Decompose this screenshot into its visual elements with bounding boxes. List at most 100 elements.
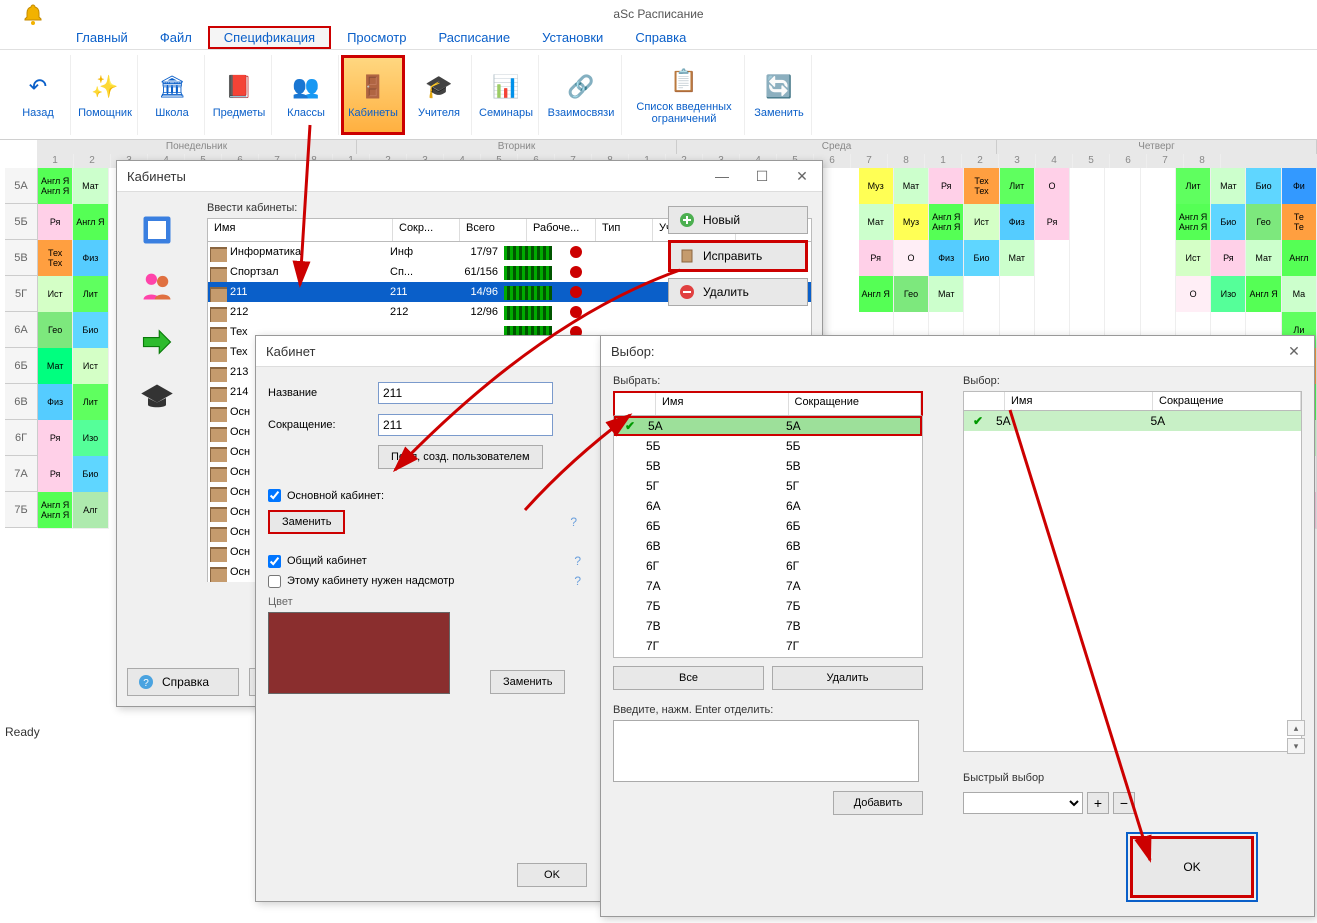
tt-cell[interactable]: Био bbox=[73, 312, 108, 349]
tt-cell[interactable]: Био bbox=[964, 240, 999, 277]
tt-cell[interactable]: Ря bbox=[859, 240, 894, 277]
ribbon-Список введенных ограничений[interactable]: 📋Список введенных ограничений bbox=[624, 55, 745, 135]
name-input[interactable] bbox=[378, 382, 553, 404]
ok-button[interactable]: OK bbox=[1130, 836, 1254, 898]
tt-cell[interactable] bbox=[1070, 168, 1105, 205]
arrow-right-icon[interactable] bbox=[139, 324, 175, 360]
maximize-icon[interactable]: ☐ bbox=[742, 161, 782, 191]
list-item[interactable]: 7Б7Б bbox=[614, 596, 922, 616]
common-room-checkbox[interactable] bbox=[268, 555, 281, 568]
list-item[interactable]: 7Г7Г bbox=[614, 636, 922, 656]
tt-cell[interactable]: Физ bbox=[73, 240, 108, 277]
remove-button[interactable]: Удалить bbox=[772, 666, 923, 690]
tt-cell[interactable] bbox=[1105, 240, 1140, 277]
supervise-checkbox[interactable] bbox=[268, 575, 281, 588]
tt-cell[interactable]: Англ Я bbox=[859, 276, 894, 313]
tt-cell[interactable]: Физ bbox=[38, 384, 73, 421]
select-all-button[interactable]: Все bbox=[613, 666, 764, 690]
close-icon[interactable]: ✕ bbox=[782, 161, 822, 191]
ribbon-Семинары[interactable]: 📊Семинары bbox=[474, 55, 539, 135]
tt-cell[interactable]: Англ Я bbox=[1246, 276, 1281, 313]
scroll-arrows[interactable]: ▴▾ bbox=[1287, 720, 1305, 754]
col-header[interactable]: Рабоче... bbox=[527, 219, 596, 241]
tt-cell[interactable]: Физ bbox=[929, 240, 964, 277]
list-item[interactable]: 6А6А bbox=[614, 496, 922, 516]
tt-cell[interactable]: Гео bbox=[1246, 204, 1281, 241]
plus-button[interactable]: + bbox=[1087, 792, 1109, 814]
list-item[interactable]: 7А7А bbox=[614, 576, 922, 596]
teachers-icon[interactable] bbox=[139, 268, 175, 304]
tt-cell[interactable] bbox=[1105, 276, 1140, 313]
tt-cell[interactable]: Англ ЯАнгл Я bbox=[929, 204, 964, 241]
tt-cell[interactable]: Био bbox=[1246, 168, 1281, 205]
tt-cell[interactable]: Мат bbox=[894, 168, 929, 205]
list-item[interactable]: 5В5В bbox=[614, 456, 922, 476]
tt-cell[interactable]: Ря bbox=[929, 168, 964, 205]
tt-cell[interactable]: Гео bbox=[38, 312, 73, 349]
delete-button[interactable]: Удалить bbox=[668, 278, 808, 306]
tt-cell[interactable]: Ря bbox=[38, 204, 73, 241]
tt-cell[interactable]: Англ bbox=[1282, 240, 1317, 277]
user-fields-button[interactable]: Поля, созд. пользователем bbox=[378, 445, 543, 469]
tt-cell[interactable] bbox=[1141, 168, 1176, 205]
tt-cell[interactable]: Изо bbox=[73, 420, 108, 457]
list-item[interactable]: 5Б5Б bbox=[614, 436, 922, 456]
list-item[interactable]: 8А8А bbox=[614, 656, 922, 658]
tt-cell[interactable] bbox=[1105, 204, 1140, 241]
col-header[interactable]: Сокр... bbox=[393, 219, 460, 241]
tt-cell[interactable]: Ря bbox=[38, 420, 73, 457]
ribbon-Предметы[interactable]: 📕Предметы bbox=[207, 55, 272, 135]
tt-cell[interactable]: О bbox=[894, 240, 929, 277]
menu-Просмотр[interactable]: Просмотр bbox=[331, 26, 422, 49]
list-item[interactable]: ✔5А5А bbox=[614, 416, 922, 436]
tt-cell[interactable] bbox=[1141, 276, 1176, 313]
tt-cell[interactable] bbox=[1141, 204, 1176, 241]
menu-Расписание[interactable]: Расписание bbox=[422, 26, 526, 49]
tt-cell[interactable]: Англ ЯАнгл Я bbox=[38, 492, 73, 529]
col-header[interactable]: Всего bbox=[460, 219, 527, 241]
tt-cell[interactable] bbox=[1070, 240, 1105, 277]
list-item[interactable]: 6В6В bbox=[614, 536, 922, 556]
tt-cell[interactable]: Ист bbox=[73, 348, 108, 385]
tt-cell[interactable] bbox=[1141, 240, 1176, 277]
ok-button[interactable]: OK bbox=[517, 863, 587, 887]
tt-cell[interactable]: ТехТех bbox=[964, 168, 999, 205]
tt-cell[interactable]: Био bbox=[1211, 204, 1246, 241]
tt-cell[interactable]: Алг bbox=[73, 492, 108, 529]
tt-cell[interactable]: Изо bbox=[1211, 276, 1246, 313]
tt-cell[interactable]: Лит bbox=[73, 384, 108, 421]
menu-Главный[interactable]: Главный bbox=[60, 26, 144, 49]
tt-cell[interactable]: Лит bbox=[73, 276, 108, 313]
tt-cell[interactable]: Англ Я bbox=[73, 204, 108, 241]
tt-cell[interactable]: Мат bbox=[73, 168, 108, 205]
close-icon[interactable]: ✕ bbox=[1274, 336, 1314, 366]
tt-cell[interactable] bbox=[1035, 276, 1070, 313]
minimize-icon[interactable]: — bbox=[702, 161, 742, 191]
tt-cell[interactable]: Муз bbox=[859, 168, 894, 205]
tt-cell[interactable]: Фи bbox=[1282, 168, 1317, 205]
tt-cell[interactable]: ТеТе bbox=[1282, 204, 1317, 241]
tt-cell[interactable]: Ист bbox=[38, 276, 73, 313]
menu-Файл[interactable]: Файл bbox=[144, 26, 208, 49]
entry-textarea[interactable] bbox=[613, 720, 919, 782]
tt-cell[interactable]: Лит bbox=[1000, 168, 1035, 205]
list-item[interactable]: 5Г5Г bbox=[614, 476, 922, 496]
tt-cell[interactable]: Гео bbox=[894, 276, 929, 313]
tt-cell[interactable]: Ист bbox=[1176, 240, 1211, 277]
edit-button[interactable]: Исправить bbox=[668, 240, 808, 272]
tt-cell[interactable]: Мат bbox=[1211, 168, 1246, 205]
col-header[interactable]: Тип bbox=[596, 219, 653, 241]
tt-cell[interactable]: Муз bbox=[894, 204, 929, 241]
ribbon-Школа[interactable]: 🏛Школа bbox=[140, 55, 205, 135]
tt-cell[interactable]: Ря bbox=[1035, 204, 1070, 241]
tt-cell[interactable] bbox=[1070, 204, 1105, 241]
tt-cell[interactable] bbox=[1105, 168, 1140, 205]
minus-button[interactable]: − bbox=[1113, 792, 1135, 814]
subjects-icon[interactable] bbox=[139, 212, 175, 248]
list-item[interactable]: 6Б6Б bbox=[614, 516, 922, 536]
list-item[interactable]: 6Г6Г bbox=[614, 556, 922, 576]
replace-main-button[interactable]: Заменить bbox=[268, 510, 345, 534]
ribbon-Помощник[interactable]: ✨Помощник bbox=[73, 55, 138, 135]
tt-cell[interactable]: Мат bbox=[929, 276, 964, 313]
ribbon-Учителя[interactable]: 🎓Учителя bbox=[407, 55, 472, 135]
